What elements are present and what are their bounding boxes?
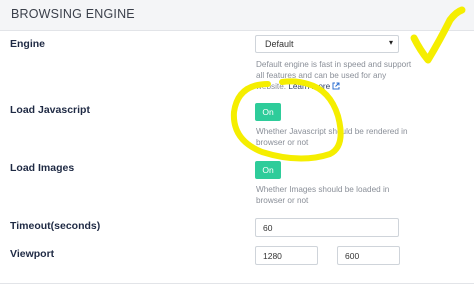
load-images-label: Load Images: [10, 162, 75, 174]
viewport-width-value: 1280: [263, 251, 282, 261]
load-javascript-toggle[interactable]: On: [255, 103, 281, 121]
timeout-input[interactable]: 60: [255, 218, 399, 237]
timeout-label: Timeout(seconds): [10, 220, 101, 232]
external-link-icon: [332, 82, 340, 90]
load-javascript-help: Whether Javascript should be rendered in…: [256, 127, 408, 147]
viewport-height-value: 600: [345, 251, 360, 261]
load-javascript-label: Load Javascript: [10, 104, 90, 116]
engine-select-value: Default: [265, 39, 294, 49]
viewport-height-input[interactable]: 600: [337, 246, 400, 265]
load-images-help: Whether Images should be loaded in brows…: [256, 185, 390, 205]
chevron-down-icon: ▾: [388, 38, 393, 47]
engine-select[interactable]: Default ▾: [255, 35, 399, 53]
section-header: BROWSING ENGINE: [0, 0, 474, 31]
learn-more-link[interactable]: Learn more: [288, 82, 340, 91]
load-images-toggle[interactable]: On: [255, 161, 281, 179]
section-divider: [0, 283, 474, 284]
section-title: BROWSING ENGINE: [11, 7, 135, 21]
engine-label: Engine: [10, 38, 46, 50]
viewport-label: Viewport: [10, 248, 55, 260]
engine-help: Default engine is fast in speed and supp…: [256, 59, 416, 92]
timeout-value: 60: [263, 223, 273, 233]
learn-more-label: Learn more: [288, 82, 331, 91]
browsing-engine-settings: BROWSING ENGINE Engine Default ▾ Default…: [0, 0, 474, 289]
viewport-width-input[interactable]: 1280: [255, 246, 318, 265]
